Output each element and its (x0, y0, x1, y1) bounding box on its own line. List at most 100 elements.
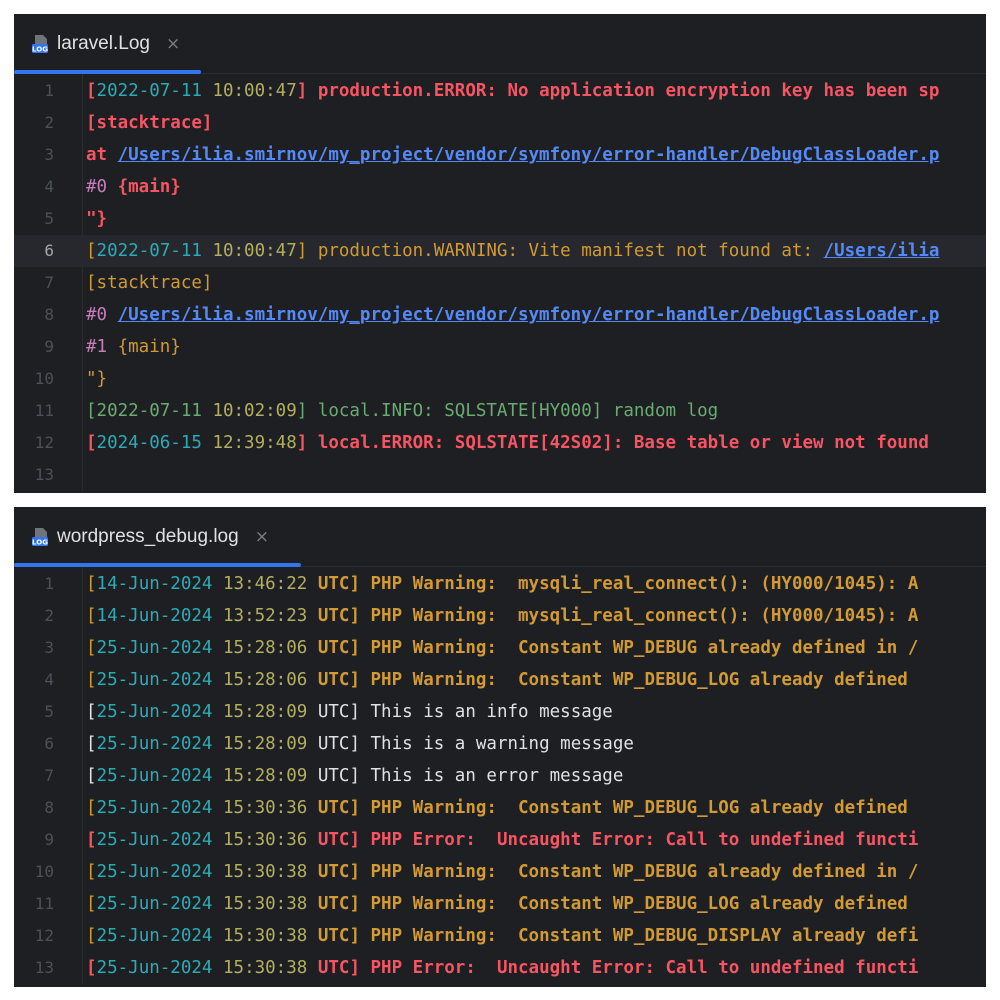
log-line[interactable]: 5 [25-Jun-2024 15:28:09 UTC] This is an i… (14, 696, 986, 728)
code-area[interactable]: 1 [2022-07-11 10:00:47] production.ERROR:… (14, 74, 986, 491)
laravel-log-editor: LOG laravel.Log × 1 [2022-07-11 10:00:47]… (14, 14, 986, 493)
line-number: 12 (34, 926, 54, 945)
line-number: 5 (44, 209, 54, 228)
line-number: 9 (44, 830, 54, 849)
log-line[interactable]: 6 [2022-07-11 10:00:47] production.WARNIN… (14, 235, 986, 267)
log-line[interactable]: 6 [25-Jun-2024 15:28:09 UTC] This is a wa… (14, 728, 986, 760)
line-number: 13 (34, 958, 54, 977)
line-number: 8 (44, 305, 54, 324)
log-line[interactable]: 12 [25-Jun-2024 15:30:38 UTC] PHP Warning… (14, 920, 986, 952)
log-line[interactable]: 8 #0 /Users/ilia.smirnov/my_project/vendo… (14, 299, 986, 331)
log-token: UTC] PHP Warning: Constant WP_DEBUG alre… (307, 638, 919, 658)
log-line[interactable]: 10 "} (14, 363, 986, 395)
svg-text:LOG: LOG (32, 539, 48, 547)
log-line[interactable]: 11 [25-Jun-2024 15:30:38 UTC] PHP Warning… (14, 888, 986, 920)
log-token: [ (86, 766, 97, 786)
log-token (202, 81, 213, 101)
log-line[interactable]: 3 [25-Jun-2024 15:28:06 UTC] PHP Warning:… (14, 632, 986, 664)
log-token: [ (86, 606, 97, 626)
log-line-text: "} (86, 363, 107, 395)
log-line-text: [25-Jun-2024 15:30:36 UTC] PHP Warning: … (86, 792, 918, 824)
log-line[interactable]: 4 [25-Jun-2024 15:28:06 UTC] PHP Warning:… (14, 664, 986, 696)
log-line[interactable]: 2 [14-Jun-2024 13:52:23 UTC] PHP Warning:… (14, 600, 986, 632)
log-token (212, 606, 223, 626)
file-path-link[interactable]: /Users/ilia (824, 241, 940, 261)
log-token: 25-Jun-2024 (96, 638, 213, 658)
log-line-text: "} (86, 203, 107, 235)
line-number: 7 (44, 766, 54, 785)
tab-laravel-log[interactable]: LOG laravel.Log × (14, 14, 180, 74)
log-token: [ (86, 894, 97, 914)
log-line[interactable]: 12 [2024-06-15 12:39:48] local.ERROR: SQL… (14, 427, 986, 459)
log-token: 15:30:36 (223, 830, 308, 850)
line-number: 4 (44, 670, 54, 689)
log-line[interactable]: 3 at /Users/ilia.smirnov/my_project/vendo… (14, 139, 986, 171)
log-line-text: [2022-07-11 10:00:47] production.ERROR: … (86, 75, 939, 107)
log-token (212, 894, 223, 914)
log-token: UTC] PHP Error: Uncaught Error: Call to … (307, 958, 919, 978)
log-line[interactable]: 9 [25-Jun-2024 15:30:36 UTC] PHP Error: U… (14, 824, 986, 856)
log-line[interactable]: 7 [stacktrace] (14, 267, 986, 299)
log-line[interactable]: 7 [25-Jun-2024 15:28:09 UTC] This is an e… (14, 760, 986, 792)
line-number: 5 (44, 702, 54, 721)
log-token: {main} (117, 177, 181, 197)
close-icon[interactable]: × (166, 34, 180, 54)
log-token: UTC] PHP Warning: Constant WP_DEBUG_LOG … (307, 798, 919, 818)
log-token: [ (86, 926, 97, 946)
log-token: UTC] This is an info message (307, 702, 613, 722)
log-line[interactable]: 1 [14-Jun-2024 13:46:22 UTC] PHP Warning:… (14, 568, 986, 600)
tab-bar: LOG laravel.Log × (14, 14, 986, 74)
line-number: 9 (44, 337, 54, 356)
code-area[interactable]: 1 [14-Jun-2024 13:46:22 UTC] PHP Warning:… (14, 567, 986, 984)
log-line-text: [14-Jun-2024 13:52:23 UTC] PHP Warning: … (86, 600, 918, 632)
file-path-link[interactable]: /Users/ilia.smirnov/my_project/vendor/sy… (118, 305, 940, 325)
line-number: 7 (44, 273, 54, 292)
log-token: [ (86, 702, 97, 722)
log-token: "} (86, 209, 108, 229)
log-line[interactable]: 13 [25-Jun-2024 15:30:38 UTC] PHP Error: … (14, 952, 986, 984)
log-token: [ (86, 670, 97, 690)
log-token: UTC] PHP Warning: Constant WP_DEBUG_LOG … (307, 894, 919, 914)
log-token: [ (86, 862, 97, 882)
line-number: 11 (34, 401, 54, 420)
log-token: 25-Jun-2024 (96, 958, 213, 978)
line-number: 12 (34, 433, 54, 452)
log-token: [stacktrace] (86, 113, 213, 133)
line-number: 4 (44, 177, 54, 196)
log-line-text: [2022-07-11 10:00:47] production.WARNING… (86, 235, 939, 267)
log-line[interactable]: 1 [2022-07-11 10:00:47] production.ERROR:… (14, 75, 986, 107)
log-token: at (86, 145, 118, 165)
log-token: [ (86, 433, 97, 453)
log-line-text: [25-Jun-2024 15:30:38 UTC] PHP Warning: … (86, 920, 918, 952)
tab-wordpress-debug-log[interactable]: LOG wordpress_debug.log × (14, 507, 269, 567)
close-icon[interactable]: × (255, 527, 269, 547)
log-token: 15:28:09 (223, 734, 308, 754)
log-line[interactable]: 2 [stacktrace] (14, 107, 986, 139)
line-number: 2 (44, 606, 54, 625)
log-line-text: [stacktrace] (86, 107, 212, 139)
log-line[interactable]: 11 [2022-07-11 10:02:09] local.INFO: SQLS… (14, 395, 986, 427)
log-line[interactable]: 13 (14, 459, 986, 491)
log-line-text: [2024-06-15 12:39:48] local.ERROR: SQLST… (86, 427, 929, 459)
log-line-text: [25-Jun-2024 15:28:06 UTC] PHP Warning: … (86, 632, 918, 664)
log-token: [ (86, 241, 97, 261)
file-path-link[interactable]: /Users/ilia.smirnov/my_project/vendor/sy… (118, 145, 940, 165)
line-number: 6 (44, 734, 54, 753)
line-number: 1 (44, 81, 54, 100)
log-token (212, 958, 223, 978)
log-token: 15:30:38 (223, 894, 308, 914)
log-token: [ (86, 638, 97, 658)
wordpress-log-editor: LOG wordpress_debug.log × 1 [14-Jun-2024 … (14, 507, 986, 987)
log-line[interactable]: 10 [25-Jun-2024 15:30:38 UTC] PHP Warning… (14, 856, 986, 888)
log-token: {main} (117, 337, 181, 357)
log-line[interactable]: 8 [25-Jun-2024 15:30:36 UTC] PHP Warning:… (14, 792, 986, 824)
line-number: 2 (44, 113, 54, 132)
log-token: ] local.ERROR: SQLSTATE[42S02]: Base tab… (296, 433, 929, 453)
log-line-text: [stacktrace] (86, 267, 212, 299)
log-line[interactable]: 9 #1 {main} (14, 331, 986, 363)
log-token: 2022-07-11 (96, 401, 202, 421)
log-line[interactable]: 5 "} (14, 203, 986, 235)
log-line-text: [2022-07-11 10:02:09] local.INFO: SQLSTA… (86, 395, 718, 427)
log-line-text: [14-Jun-2024 13:46:22 UTC] PHP Warning: … (86, 568, 918, 600)
log-line[interactable]: 4 #0 {main} (14, 171, 986, 203)
